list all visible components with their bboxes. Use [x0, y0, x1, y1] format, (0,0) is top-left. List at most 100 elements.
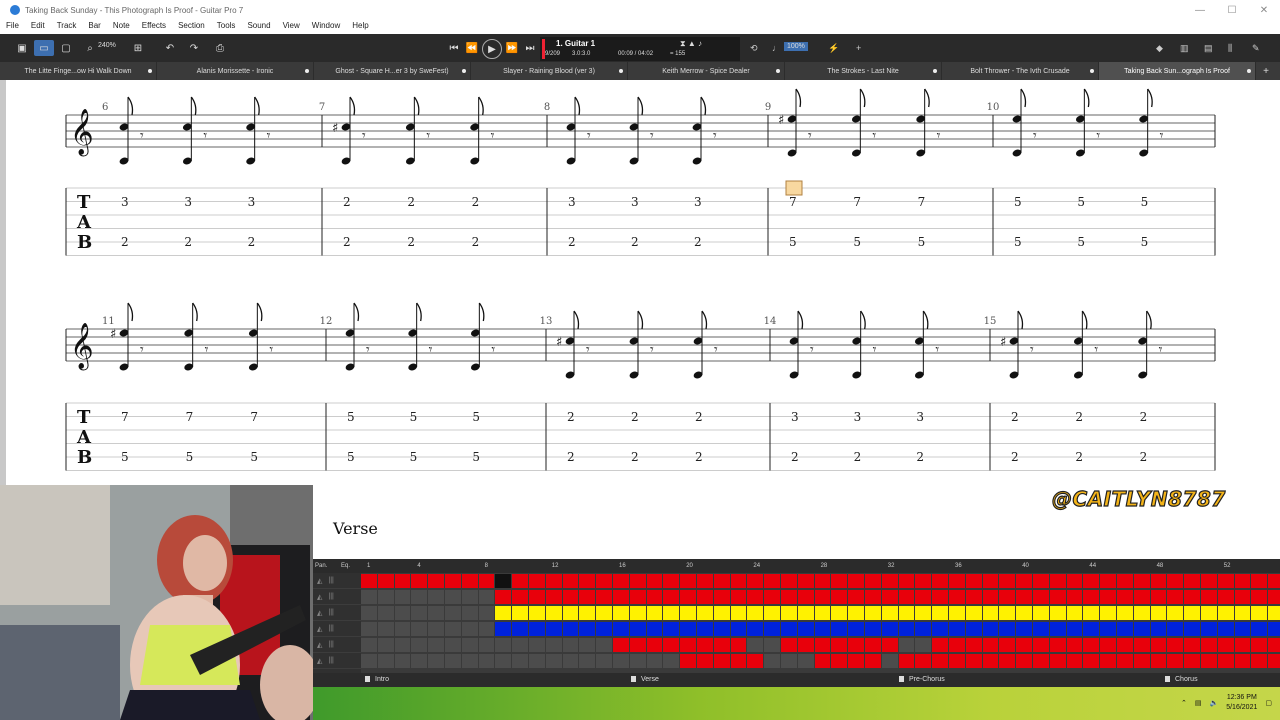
- bar-cell[interactable]: [512, 654, 528, 668]
- section-marker-chorus[interactable]: Chorus: [1165, 676, 1198, 683]
- bar-cell[interactable]: [579, 606, 596, 620]
- bar-cell[interactable]: [730, 590, 747, 604]
- bar-cell[interactable]: [445, 622, 461, 636]
- bar-cell[interactable]: [596, 638, 612, 652]
- bar-cell[interactable]: [562, 638, 579, 652]
- bar-cell[interactable]: [781, 590, 797, 604]
- bar-cell[interactable]: [478, 606, 495, 620]
- bar-cell[interactable]: [1100, 590, 1116, 604]
- menu-help[interactable]: Help: [346, 20, 374, 34]
- bar-cell[interactable]: [1268, 574, 1280, 588]
- bar-cell[interactable]: [965, 622, 982, 636]
- bar-cell[interactable]: [1049, 638, 1066, 652]
- bar-cell[interactable]: [781, 622, 797, 636]
- bar-cell[interactable]: [932, 654, 948, 668]
- section-marker-pre-chorus[interactable]: Pre-Chorus: [899, 676, 945, 683]
- bar-cell[interactable]: [1217, 590, 1234, 604]
- bar-cell[interactable]: [1049, 574, 1066, 588]
- tab-close-icon[interactable]: [462, 69, 466, 73]
- bar-cell[interactable]: [1184, 654, 1200, 668]
- bar-cell[interactable]: [747, 590, 764, 604]
- bar-cell[interactable]: [999, 574, 1016, 588]
- bar-cell[interactable]: [814, 638, 831, 652]
- bar-cell[interactable]: [898, 574, 915, 588]
- bar-cell[interactable]: [1167, 590, 1184, 604]
- bar-cell[interactable]: [1201, 574, 1217, 588]
- bar-cell[interactable]: [848, 622, 864, 636]
- bar-cell[interactable]: [629, 606, 646, 620]
- section-marker-intro[interactable]: Intro: [365, 676, 389, 683]
- bar-cell[interactable]: [629, 622, 646, 636]
- bar-cell[interactable]: [1234, 654, 1251, 668]
- bar-cell[interactable]: [1268, 590, 1280, 604]
- bar-cell[interactable]: [713, 590, 730, 604]
- rewind-icon[interactable]: ⏪: [464, 39, 480, 57]
- bar-cell[interactable]: [663, 622, 680, 636]
- bar-cell[interactable]: [764, 654, 780, 668]
- tab-close-icon[interactable]: [776, 69, 780, 73]
- bar-cell[interactable]: [1201, 654, 1217, 668]
- bar-cell[interactable]: [965, 638, 982, 652]
- bar-cell[interactable]: [411, 638, 428, 652]
- zoom-level[interactable]: 240%: [98, 42, 116, 49]
- bar-cell[interactable]: [663, 574, 680, 588]
- shield-icon[interactable]: ◆: [1156, 40, 1163, 56]
- bar-cell[interactable]: [545, 654, 562, 668]
- track-row-controls[interactable]: ◭ |||: [313, 605, 361, 621]
- bar-cell[interactable]: [865, 606, 881, 620]
- bar-cell[interactable]: [1251, 590, 1268, 604]
- bar-cell[interactable]: [445, 638, 461, 652]
- bar-cell[interactable]: [361, 574, 377, 588]
- track-row-controls[interactable]: ◭ |||: [313, 621, 361, 637]
- note-icon[interactable]: ♩: [772, 40, 781, 56]
- bar-cell[interactable]: [697, 590, 713, 604]
- track-name[interactable]: 1. Guitar 1: [556, 39, 595, 48]
- bar-cell[interactable]: [1033, 654, 1049, 668]
- document-tab[interactable]: Slayer - Raining Blood (ver 3): [471, 62, 628, 80]
- bar-cell[interactable]: [848, 638, 864, 652]
- bar-cell[interactable]: [982, 622, 999, 636]
- bar-cell[interactable]: [999, 622, 1016, 636]
- bar-cell[interactable]: [814, 606, 831, 620]
- bar-cell[interactable]: [545, 590, 562, 604]
- bar-cell[interactable]: [529, 654, 545, 668]
- bar-cell[interactable]: [478, 622, 495, 636]
- screen-view-icon[interactable]: ▢: [58, 40, 74, 56]
- bar-cell[interactable]: [730, 654, 747, 668]
- bar-cell[interactable]: [1049, 590, 1066, 604]
- bar-cell[interactable]: [1133, 654, 1150, 668]
- bar-cell[interactable]: [478, 590, 495, 604]
- bar-cell[interactable]: [1201, 606, 1217, 620]
- bar-cell[interactable]: [747, 606, 764, 620]
- bar-cell[interactable]: [495, 654, 512, 668]
- bar-cell[interactable]: [1234, 622, 1251, 636]
- bar-cell[interactable]: [613, 590, 629, 604]
- bar-cell[interactable]: [1234, 574, 1251, 588]
- pen-icon[interactable]: ✎: [1252, 40, 1260, 56]
- volume-value[interactable]: 100%: [784, 42, 808, 51]
- bar-cell[interactable]: [982, 574, 999, 588]
- document-tab[interactable]: Alanis Morissette - Ironic: [157, 62, 314, 80]
- bar-cell[interactable]: [1150, 654, 1167, 668]
- bar-cell[interactable]: [949, 654, 965, 668]
- close-button[interactable]: ✕: [1248, 0, 1280, 20]
- bar-cell[interactable]: [915, 638, 932, 652]
- menu-effects[interactable]: Effects: [136, 20, 172, 34]
- bar-cell[interactable]: [932, 638, 948, 652]
- bar-cell[interactable]: [579, 622, 596, 636]
- bar-cell[interactable]: [529, 574, 545, 588]
- bar-cell[interactable]: [898, 606, 915, 620]
- bar-cell[interactable]: [865, 622, 881, 636]
- bar-cell[interactable]: [478, 654, 495, 668]
- bar-cell[interactable]: [730, 574, 747, 588]
- bar-cell[interactable]: [1016, 606, 1032, 620]
- tab-close-icon[interactable]: [305, 69, 309, 73]
- bar-grid[interactable]: [361, 573, 1280, 673]
- bar-cell[interactable]: [646, 574, 663, 588]
- bar-cell[interactable]: [377, 638, 394, 652]
- bar-cell[interactable]: [680, 638, 696, 652]
- bar-cell[interactable]: [1167, 622, 1184, 636]
- bar-cell[interactable]: [1251, 654, 1268, 668]
- first-icon[interactable]: ⏮: [446, 39, 462, 57]
- bar-cell[interactable]: [949, 574, 965, 588]
